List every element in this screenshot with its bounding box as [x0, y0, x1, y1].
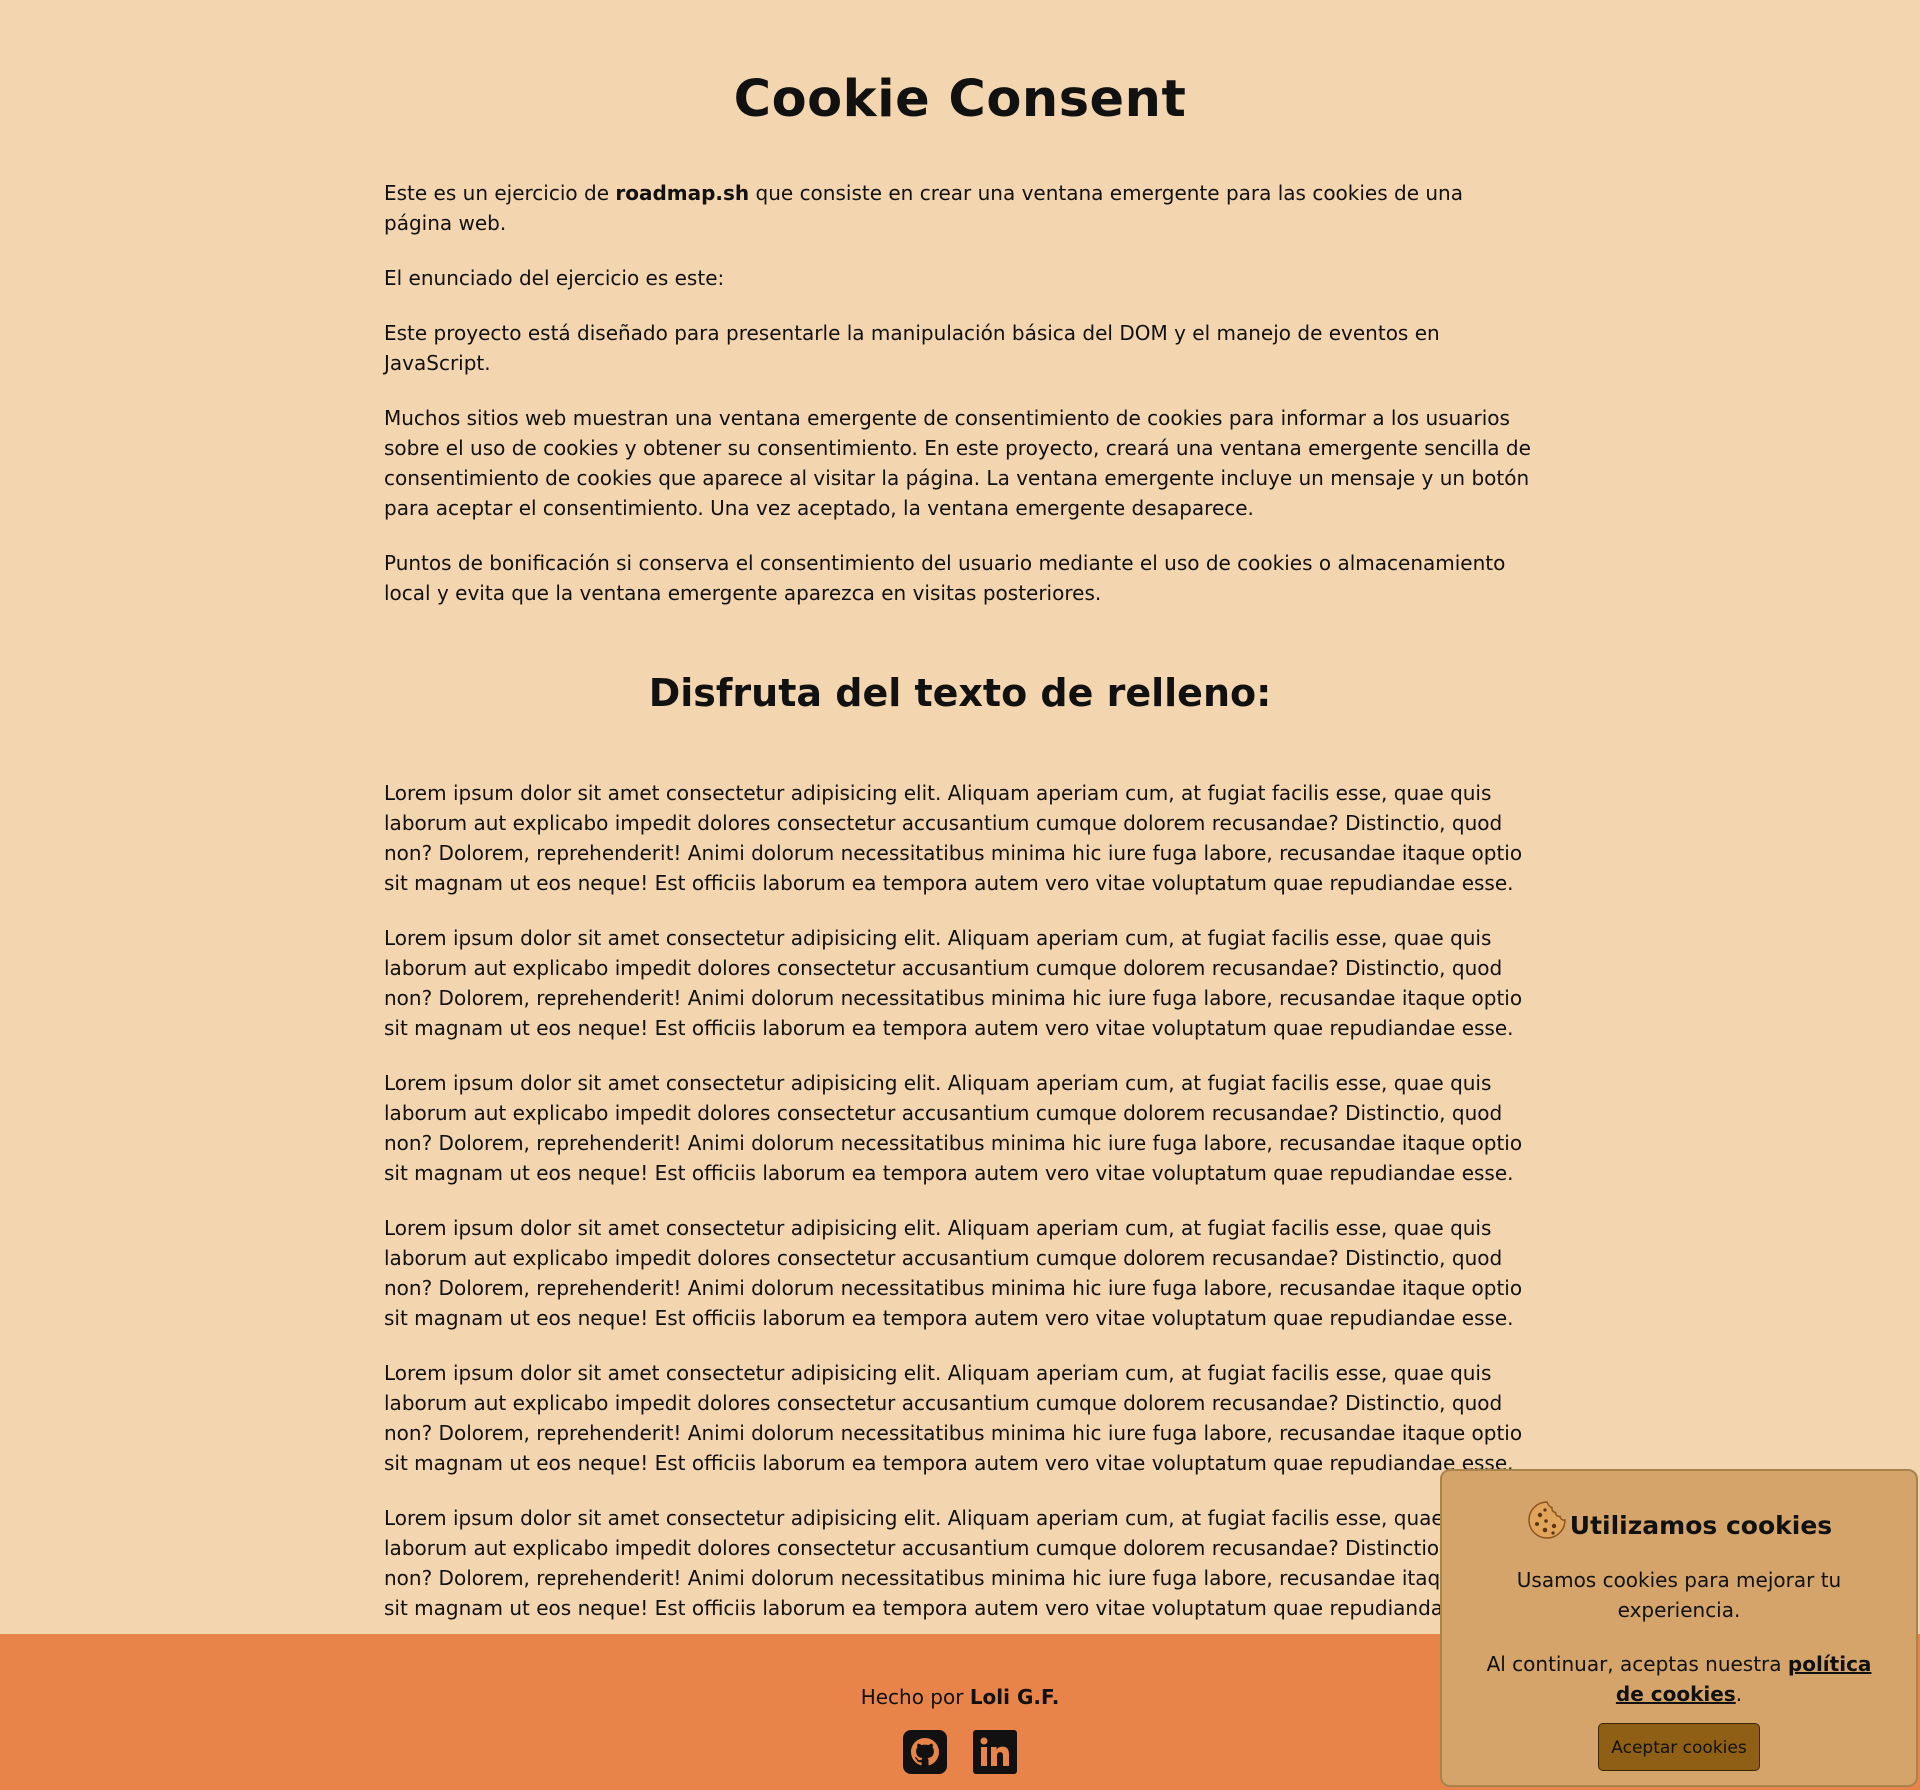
cookie-consent-popup: Utilizamos cookies Usamos cookies para m… [1440, 1469, 1918, 1787]
linkedin-icon[interactable] [972, 1729, 1018, 1775]
cookie-icon [1526, 1499, 1570, 1553]
main-content: Cookie Consent Este es un ejercicio de r… [384, 0, 1536, 1623]
roadmap-name: roadmap.sh [615, 181, 750, 205]
intro-p1-before: Este es un ejercicio de [384, 181, 616, 205]
intro-paragraph-2: El enunciado del ejercicio es este: [384, 266, 725, 290]
lorem-paragraph: Lorem ipsum dolor sit amet consectetur a… [384, 1361, 1523, 1475]
cookie-popup-message: Usamos cookies para mejorar tu experienc… [1516, 1568, 1842, 1622]
cookie-popup-policy-text: Al continuar, aceptas nuestra política d… [1482, 1649, 1876, 1709]
lorem-paragraph: Lorem ipsum dolor sit amet consectetur a… [384, 1071, 1523, 1185]
lorem-paragraph: Lorem ipsum dolor sit amet consectetur a… [384, 1506, 1523, 1620]
intro-paragraph-3: Este proyecto está diseñado para present… [384, 321, 1440, 375]
footer-prefix: Hecho por [860, 1685, 970, 1709]
lorem-paragraph: Lorem ipsum dolor sit amet consectetur a… [384, 781, 1523, 895]
intro-paragraph-4: Muchos sitios web muestran una ventana e… [384, 406, 1531, 520]
filler-heading: Disfruta del texto de relleno: [648, 671, 1272, 715]
intro-paragraph-5: Puntos de bonificación si conserva el co… [384, 551, 1506, 605]
cookie-continue-prefix: Al continuar, aceptas nuestra [1486, 1652, 1788, 1676]
cookie-popup-title: Utilizamos cookies [1569, 1511, 1833, 1540]
accept-cookies-button[interactable]: Aceptar cookies [1598, 1723, 1760, 1771]
intro-paragraph-1: Este es un ejercicio de roadmap.sh que c… [384, 178, 1536, 238]
lorem-paragraph: Lorem ipsum dolor sit amet consectetur a… [384, 1216, 1523, 1330]
cookie-popup-header: Utilizamos cookies [1442, 1499, 1916, 1553]
footer-author: Loli G.F. [969, 1685, 1060, 1709]
filler-text: Lorem ipsum dolor sit amet consectetur a… [384, 778, 1536, 1623]
github-icon[interactable] [902, 1729, 948, 1775]
cookie-continue-suffix: . [1735, 1682, 1743, 1706]
lorem-paragraph: Lorem ipsum dolor sit amet consectetur a… [384, 926, 1523, 1040]
page-title: Cookie Consent [733, 70, 1187, 129]
